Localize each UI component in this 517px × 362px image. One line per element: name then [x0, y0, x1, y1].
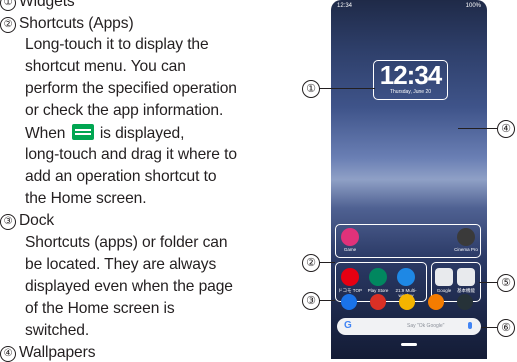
body-line: the Home screen.	[25, 190, 147, 207]
item-title: Widgets	[19, 0, 75, 10]
multi-window-app-icon[interactable]	[397, 268, 415, 286]
item-title: Dock	[19, 212, 55, 229]
app-label: Play Store	[367, 288, 389, 293]
item-number: ②	[0, 17, 16, 33]
item-number: ③	[0, 214, 16, 230]
callout-6: ⑥	[497, 319, 515, 337]
body-line: displayed even when the page	[25, 278, 233, 295]
google-folder-icon[interactable]	[435, 268, 453, 286]
menu-handle-icon	[71, 124, 94, 140]
album-app-icon[interactable]	[428, 294, 444, 310]
battery-level: 100%	[465, 3, 481, 9]
leader-line	[458, 128, 497, 129]
cinema-pro-app-icon[interactable]	[457, 228, 475, 246]
leader-line	[319, 88, 375, 89]
body-line: perform the specified operation	[25, 80, 237, 97]
item-dock: ③ Dock	[0, 212, 54, 230]
callout-1: ①	[302, 80, 320, 98]
leader-line	[319, 300, 335, 301]
body-line: or check the app information.	[25, 102, 224, 119]
item-number: ①	[0, 0, 16, 11]
microphone-icon[interactable]	[468, 322, 472, 329]
leader-line	[481, 327, 497, 328]
google-search-bar[interactable]: G Say "Ok Google"	[337, 318, 481, 335]
game-app-icon[interactable]	[341, 228, 359, 246]
leader-line	[479, 282, 497, 283]
callout-3: ③	[302, 292, 320, 310]
mail-app-icon[interactable]	[370, 294, 386, 310]
body-line: add an operation shortcut to	[25, 168, 217, 185]
app-label: Cinema Pro	[454, 247, 478, 252]
phone-home-screen: 12:34 100% 12:34 Thursday, June 20 Game …	[331, 0, 487, 359]
clock-time: 12:34	[379, 60, 443, 90]
play-store-app-icon[interactable]	[369, 268, 387, 286]
home-gesture-bar[interactable]	[401, 343, 417, 346]
google-logo-icon: G	[344, 320, 352, 331]
search-placeholder: Say "Ok Google"	[407, 323, 445, 329]
status-time: 12:34	[337, 3, 353, 9]
body-line: Long-touch it to display the	[25, 36, 209, 53]
leader-line	[319, 262, 335, 263]
body-line: long-touch and drag it where to	[25, 146, 237, 163]
body-line: be located. They are always	[25, 256, 217, 273]
body-text: When	[25, 125, 66, 142]
status-bar: 12:34 100%	[337, 3, 481, 13]
item-widgets: ① Widgets	[0, 0, 75, 11]
callout-2: ②	[302, 254, 320, 272]
chrome-app-icon[interactable]	[399, 294, 415, 310]
docomo-top-app-icon[interactable]	[341, 268, 359, 286]
body-text: is displayed,	[99, 125, 185, 142]
item-title: Wallpapers	[19, 344, 96, 361]
body-line: shortcut menu. You can	[25, 58, 186, 75]
item-title: Shortcuts (Apps)	[19, 15, 134, 32]
item-shortcuts: ② Shortcuts (Apps)	[0, 15, 134, 33]
callout-5: ⑤	[497, 274, 515, 292]
item-number: ④	[0, 346, 16, 362]
body-line: When is displayed,	[25, 124, 184, 143]
clock-widget[interactable]: 12:34 Thursday, June 20	[373, 60, 448, 100]
body-line: Shortcuts (apps) or folder can	[25, 234, 228, 251]
camera-app-icon[interactable]	[457, 294, 473, 310]
body-line: switched.	[25, 322, 90, 339]
phone-app-icon[interactable]	[341, 294, 357, 310]
body-line: of the Home screen is	[25, 300, 175, 317]
basic-functions-folder-icon[interactable]	[457, 268, 475, 286]
app-label: Game	[343, 247, 357, 252]
item-wallpapers: ④ Wallpapers	[0, 344, 96, 362]
callout-4: ④	[497, 120, 515, 138]
